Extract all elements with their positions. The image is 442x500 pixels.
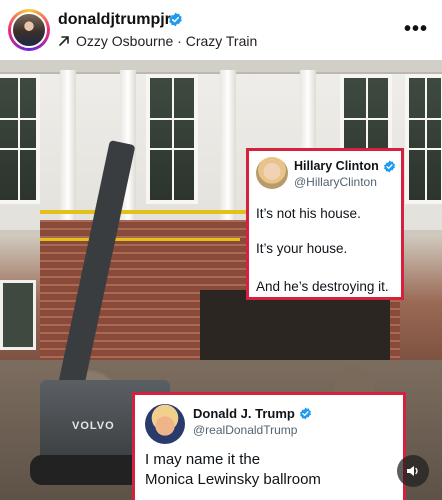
tweet-author-name: Donald J. Trump	[193, 406, 312, 421]
profile-avatar-ring[interactable]	[8, 9, 50, 51]
window	[0, 280, 36, 350]
username[interactable]: donaldjtrumpjr	[58, 11, 171, 29]
tweet-text: I may name it the Monica Lewinsky ballro…	[145, 450, 321, 490]
verified-badge-icon	[299, 407, 311, 420]
window	[0, 74, 40, 204]
speaker-icon	[407, 466, 418, 476]
tweet-text-line: And he’s destroying it.	[256, 279, 389, 294]
tweet-author-name-text: Hillary Clinton	[294, 159, 379, 173]
window	[405, 74, 442, 204]
tweet-text-line: I may name it the	[145, 451, 261, 468]
column	[220, 70, 236, 230]
exposed-interior	[200, 290, 390, 370]
avatar	[256, 157, 288, 189]
post-header: donaldjtrumpjr Ozzy Osbourne · Crazy Tra…	[0, 0, 442, 60]
avatar[interactable]	[11, 12, 47, 48]
more-options-button[interactable]: •••	[404, 18, 428, 41]
column	[60, 70, 76, 230]
arrow-up-right-icon	[59, 36, 69, 46]
window	[146, 74, 198, 204]
tweet-card-trump: Donald J. Trump @realDonaldTrump I may n…	[132, 392, 406, 500]
tweet-text-line: It’s not his house.	[256, 206, 361, 221]
avatar	[145, 404, 185, 444]
sound-toggle-button[interactable]	[397, 455, 429, 487]
tweet-author-handle: @realDonaldTrump	[193, 423, 298, 437]
tweet-text-line: Monica Lewinsky ballroom	[145, 471, 321, 488]
verified-badge-icon	[383, 160, 395, 172]
tweet-author-handle: @HillaryClinton	[294, 175, 377, 189]
tweet-text-line: It’s your house.	[256, 241, 348, 256]
audio-track-link[interactable]: Ozzy Osbourne · Crazy Train	[58, 33, 257, 49]
audio-track-label: Ozzy Osbourne · Crazy Train	[76, 33, 258, 49]
yellow-railing	[40, 238, 240, 241]
tweet-author-name-text: Donald J. Trump	[193, 406, 295, 421]
excavator-brand-label: VOLVO	[72, 420, 115, 432]
tweet-card-hillary: Hillary Clinton @HillaryClinton It’s not…	[246, 148, 404, 300]
verified-badge-icon	[169, 12, 182, 27]
more-dots-icon: •••	[403, 18, 428, 40]
tweet-author-name: Hillary Clinton	[294, 159, 396, 173]
